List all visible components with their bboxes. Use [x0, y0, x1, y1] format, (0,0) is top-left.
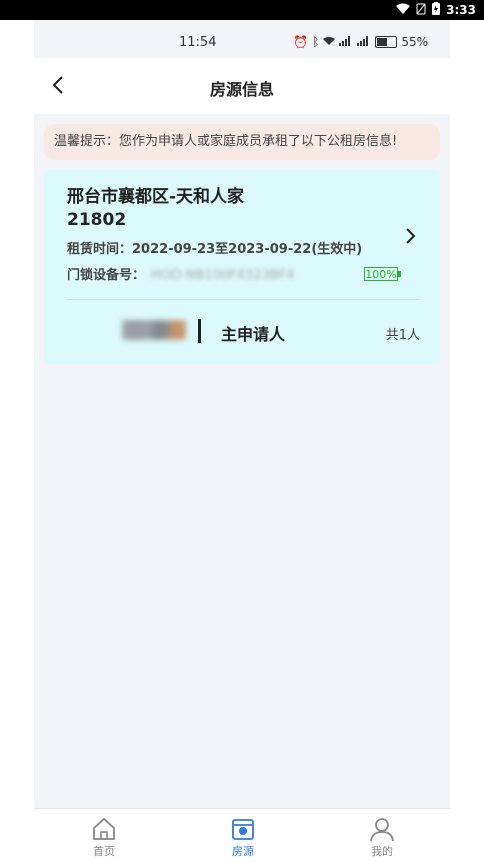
wifi-icon — [323, 35, 336, 49]
lease-period: 2022-09-23至2023-09-22(生效中) — [132, 242, 363, 257]
signal-icon-2 — [357, 35, 371, 49]
system-time: 3:33 — [446, 3, 476, 17]
house-icon — [232, 819, 254, 840]
battery-icon — [375, 36, 398, 48]
bottom-tab-bar: 首页 房源 我的 — [34, 808, 450, 862]
tenant-count: 共1人 — [385, 328, 420, 343]
user-icon — [370, 818, 394, 842]
property-card[interactable]: 邢台市襄都区-天和人家 21802 租赁时间：2022-09-23至2023-0… — [44, 170, 440, 364]
lease-period-row: 租赁时间：2022-09-23至2023-09-22(生效中) — [67, 238, 362, 257]
system-status-bar: 3:33 — [0, 0, 484, 20]
wifi-icon — [396, 3, 411, 18]
tab-housing[interactable]: 房源 — [213, 815, 273, 859]
property-name: 邢台市襄都区-天和人家 — [67, 187, 245, 207]
separator-bar — [198, 319, 201, 343]
tenant-role: 主申请人 — [221, 325, 286, 344]
inner-time: 11:54 — [179, 35, 217, 50]
no-sim-icon — [416, 3, 426, 18]
lease-label: 租赁时间： — [67, 242, 133, 257]
app-frame: 11:54 ⏰ ᛒ 55% 房源信息 温馨提示：您作为申请人或家庭成员承租了以下… — [34, 20, 450, 862]
page-header: 房源信息 — [34, 58, 450, 114]
lock-battery-badge: 100% — [364, 267, 401, 281]
home-icon — [93, 817, 115, 840]
page-title: 房源信息 — [209, 80, 274, 99]
battery-percent: 55% — [401, 35, 428, 49]
alarm-icon: ⏰ — [293, 35, 309, 49]
tab-home[interactable]: 首页 — [74, 815, 134, 859]
chevron-right-icon[interactable] — [402, 226, 418, 246]
signal-icon — [339, 35, 353, 49]
tab-home-label: 首页 — [93, 845, 115, 858]
tenant-avatar — [122, 320, 186, 340]
battery-charging-icon — [432, 2, 441, 18]
tab-mine[interactable]: 我的 — [352, 815, 412, 859]
device-label: 门锁设备号： — [67, 268, 146, 283]
notice-banner: 温馨提示：您作为申请人或家庭成员承租了以下公租房信息! — [44, 124, 440, 160]
device-id: HOD-NB100F4323BF4 — [151, 268, 295, 283]
tab-mine-label: 我的 — [371, 845, 393, 858]
property-unit: 21802 — [67, 210, 127, 230]
card-divider — [67, 299, 419, 300]
inner-status-bar: 11:54 ⏰ ᛒ 55% — [34, 20, 450, 58]
device-row: 门锁设备号： HOD-NB100F4323BF4 — [67, 264, 294, 283]
bluetooth-icon: ᛒ — [312, 35, 320, 49]
tab-housing-label: 房源 — [232, 845, 254, 858]
